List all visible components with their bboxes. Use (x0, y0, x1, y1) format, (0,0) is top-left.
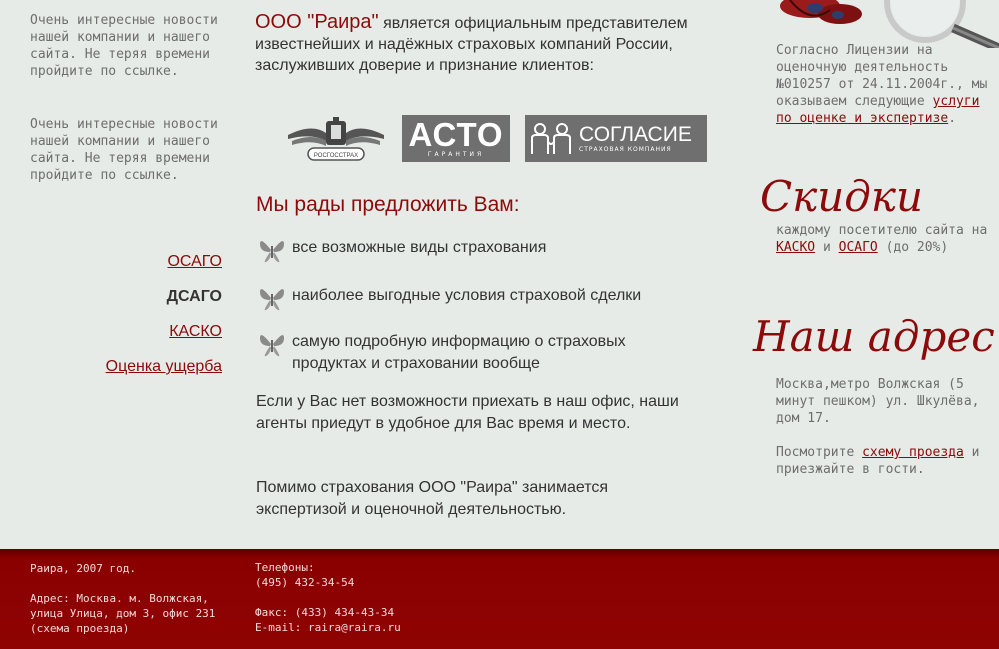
magnifier-butterfly-icon (780, 0, 999, 48)
offer-item-3: самую подробную информацию о страховых п… (258, 331, 688, 375)
asto-logo-text: АСТО (408, 115, 504, 153)
discounts-block: каждому посетителю сайта на КАСКО и ОСАГ… (776, 222, 991, 256)
butterfly-icon (260, 289, 284, 311)
footer-phones-label: Телефоны: (255, 561, 315, 574)
intro-block: ООО "Раира" является официальным предста… (255, 12, 715, 76)
offer-item-2: наиболее выгодные условия страховой сдел… (258, 285, 688, 312)
footer: Раира, 2007 год. Адрес: Москва. м. Волжс… (0, 549, 999, 649)
soglasie-logo[interactable]: СОГЛАСИЕ СТРАХОВАЯ КОМПАНИЯ (525, 115, 707, 162)
discounts-text: каждому посетителю сайта на (776, 223, 988, 238)
soglasie-logo-subtext: СТРАХОВАЯ КОМПАНИЯ (579, 145, 672, 153)
soglasie-logo-text: СОГЛАСИЕ (579, 122, 692, 146)
footer-copyright: Раира, 2007 год. (30, 562, 136, 575)
offer-text-3: самую подробную информацию о страховых п… (292, 333, 626, 372)
asto-logo-subtext: ГАРАНТИЯ (427, 150, 485, 158)
offer-list: все возможные виды страхования наиболее … (258, 237, 688, 396)
agents-paragraph: Если у Вас нет возможности приехать в на… (256, 393, 679, 432)
discount-kasko-link[interactable]: КАСКО (776, 240, 815, 255)
butterfly-icon (260, 241, 284, 263)
offer-text-2: наиболее выгодные условия страховой сдел… (292, 287, 642, 304)
rosgosstrakh-logo[interactable]: РОСГОССТРАХ (282, 115, 390, 162)
nav-damage-assessment[interactable]: Оценка ущерба (106, 355, 222, 379)
address-heading: Наш адрес (753, 312, 995, 361)
footer-scheme-link[interactable]: (схема проезда) (30, 621, 245, 636)
partner-logos: РОСГОССТРАХ АСТО ГАРАНТИЯ СОГЛАСИЕ СТРАХ… (282, 115, 712, 162)
license-end: . (948, 111, 957, 126)
company-name: ООО "Раира" (255, 11, 379, 33)
nav-kasko[interactable]: КАСКО (106, 320, 222, 344)
footer-email[interactable]: E-mail: raira@raira.ru (255, 620, 495, 635)
rosgosstrakh-emblem-icon: РОСГОССТРАХ (288, 117, 384, 161)
soglasie-people-icon (531, 122, 571, 154)
discount-osago-link[interactable]: ОСАГО (839, 240, 878, 255)
discounts-and: и (815, 240, 839, 255)
footer-contacts: Телефоны: (495) 432-34-54 Факс: (433) 43… (255, 560, 495, 635)
nav-osago[interactable]: ОСАГО (106, 250, 222, 274)
left-nav: ОСАГО ДСАГО КАСКО Оценка ущерба (106, 250, 222, 390)
butterfly-icon (260, 335, 284, 357)
directions-block: Посмотрите схему проезда и приезжайте в … (776, 444, 991, 478)
address-text: Москва,метро Волжская (5 минут пешком) у… (776, 377, 980, 426)
offer-heading: Мы рады предложить Вам: (256, 193, 520, 216)
intro-text: ООО "Раира" является официальным предста… (255, 12, 715, 76)
news-block-1: Очень интересные новости нашей компании … (30, 13, 218, 79)
rgs-logo-text: РОСГОССТРАХ (314, 153, 358, 159)
directions-link[interactable]: схему проезда (862, 445, 964, 460)
footer-address: Адрес: Москва. м. Волжская, улица Улица,… (30, 592, 216, 620)
expertise-paragraph: Помимо страхования ООО "Раира" занимаетс… (256, 479, 609, 518)
discounts-end: (до 20%) (877, 240, 949, 255)
nav-dsago: ДСАГО (166, 288, 222, 305)
asto-logo[interactable]: АСТО ГАРАНТИЯ (402, 115, 510, 162)
main-content: Очень интересные новости нашей компании … (0, 0, 999, 549)
footer-left: Раира, 2007 год. Адрес: Москва. м. Волжс… (30, 561, 245, 636)
directions-text: Посмотрите (776, 445, 863, 460)
license-block: Согласно Лицензии на оценочную деятельно… (776, 42, 991, 127)
discounts-heading: Скидки (760, 172, 924, 221)
offer-item-1: все возможные виды страхования (258, 237, 688, 264)
footer-fax: Факс: (433) 434-43-34 (255, 606, 395, 619)
news-block-2: Очень интересные новости нашей компании … (30, 117, 218, 183)
footer-phone: (495) 432-34-54 (255, 576, 355, 589)
offer-text-1: все возможные виды страхования (292, 239, 547, 256)
